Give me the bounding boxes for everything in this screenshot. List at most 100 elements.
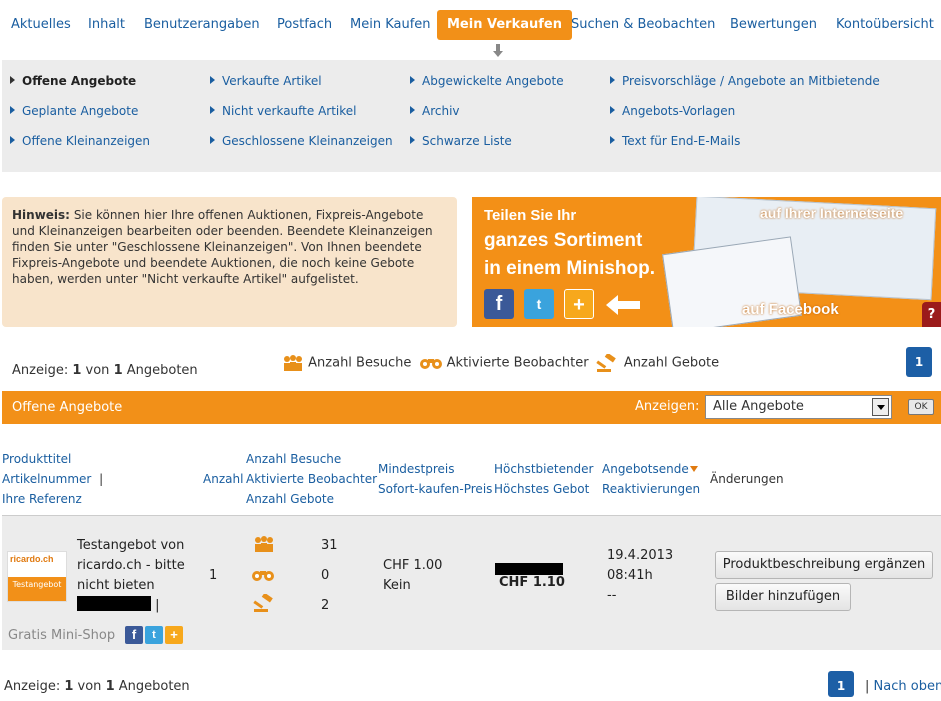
sort-ihre-referenz[interactable]: Ihre Referenz xyxy=(2,492,82,506)
offer-count-top: Anzeige: 1 von 1 Angeboten xyxy=(12,363,198,378)
hint-box: Hinweis: Sie können hier Ihre offenen Au… xyxy=(2,197,457,327)
gavel-icon xyxy=(253,594,273,612)
quantity-value: 1 xyxy=(209,568,218,583)
binoculars-icon xyxy=(419,359,442,369)
legend-visits: Anzahl Besuche xyxy=(308,355,412,371)
facebook-icon: f xyxy=(484,289,514,319)
sort-hoechstbietender[interactable]: Höchstbietender xyxy=(494,462,594,476)
product-title-link[interactable]: Testangebot von ricardo.ch - bitte nicht b… xyxy=(77,538,185,593)
help-icon[interactable]: ? xyxy=(922,302,941,327)
watchers-value: 0 xyxy=(321,568,330,583)
visitors-icon xyxy=(284,355,302,371)
sort-mindestpreis[interactable]: Mindestpreis xyxy=(378,462,455,476)
table-title: Offene Angebote xyxy=(12,400,123,415)
hint-text: Sie können hier Ihre offenen Auktionen, … xyxy=(12,208,433,286)
visitors-icon xyxy=(255,536,273,552)
col-price-header: Mindestpreis Sofort-kaufen-Preis xyxy=(378,459,492,499)
nav-mein-kaufen[interactable]: Mein Kaufen xyxy=(350,10,431,40)
twitter-icon: t xyxy=(524,289,554,319)
arrow-icon xyxy=(410,136,415,144)
chevron-down-icon xyxy=(872,398,889,416)
twitter-share-icon[interactable]: t xyxy=(145,626,163,644)
submenu-end-e-mails[interactable]: Text für End-E-Mails xyxy=(610,134,740,148)
col-product-header: Produkttitel Artikelnummer | Ihre Refere… xyxy=(2,452,104,506)
plus-icon: + xyxy=(564,289,594,319)
sort-sofort-kaufen-preis[interactable]: Sofort-kaufen-Preis xyxy=(378,482,492,496)
binoculars-icon xyxy=(252,571,274,581)
nav-benutzerangaben[interactable]: Benutzerangaben xyxy=(144,10,260,40)
ok-button[interactable]: OK xyxy=(908,399,934,415)
arrow-icon xyxy=(210,136,215,144)
sort-angebotsende[interactable]: Angebotsende xyxy=(602,462,698,476)
plus-share-icon[interactable]: + xyxy=(165,626,183,644)
facebook-share-icon[interactable]: f xyxy=(125,626,143,644)
arrow-icon xyxy=(410,76,415,84)
submenu-angebots-vorlagen[interactable]: Angebots-Vorlagen xyxy=(610,104,735,118)
high-bid-value: CHF 1.10 xyxy=(499,575,565,590)
minishop-banner[interactable]: Teilen Sie Ihr ganzes Sortiment in einem… xyxy=(472,197,941,327)
submenu-verkaufte-artikel[interactable]: Verkaufte Artikel xyxy=(210,74,322,88)
banner-right-bottom: auf Facebook xyxy=(742,301,839,318)
hint-label: Hinweis: xyxy=(12,208,70,222)
arrow-icon xyxy=(410,106,415,114)
sort-anzahl-besuche[interactable]: Anzahl Besuche xyxy=(246,452,341,466)
sort-anzahl[interactable]: Anzahl xyxy=(203,469,243,489)
sort-artikelnummer[interactable]: Artikelnummer xyxy=(2,472,91,486)
nav-aktuelles[interactable]: Aktuelles xyxy=(11,10,71,40)
page-button-top[interactable]: 1 xyxy=(906,347,932,377)
nav-bewertungen[interactable]: Bewertungen xyxy=(730,10,817,40)
add-description-button[interactable]: Produktbeschreibung ergänzen xyxy=(715,551,933,579)
col-bidder-header: Höchstbietender Höchstes Gebot xyxy=(494,459,594,499)
arrow-icon xyxy=(610,136,615,144)
sort-aktivierte-beobachter[interactable]: Aktivierte Beobachter xyxy=(246,472,377,486)
banner-right-top: auf Ihrer Internetseite xyxy=(760,205,904,221)
legend-bids: Anzahl Gebote xyxy=(623,355,720,371)
arrow-left-icon xyxy=(606,295,640,315)
submenu-offene-angebote[interactable]: Offene Angebote xyxy=(10,74,136,88)
banner-line2: ganzes Sortiment xyxy=(484,230,643,251)
arrow-icon xyxy=(10,76,15,84)
submenu-preisvorschlaege[interactable]: Preisvorschläge / Angebote an Mitbietend… xyxy=(610,74,880,88)
submenu-offene-kleinanzeigen[interactable]: Offene Kleinanzeigen xyxy=(10,134,150,148)
submenu-geplante-angebote[interactable]: Geplante Angebote xyxy=(10,104,138,118)
add-images-button[interactable]: Bilder hinzufügen xyxy=(715,583,851,611)
arrow-icon xyxy=(610,76,615,84)
col-stats-header: Anzahl Besuche Aktivierte Beobachter Anz… xyxy=(246,449,377,509)
submenu-abgewickelte-angebote[interactable]: Abgewickelte Angebote xyxy=(410,74,564,88)
product-thumbnail[interactable]: ricardo.ch Testangebot xyxy=(7,551,67,602)
filter-label: Anzeigen: xyxy=(635,399,700,414)
filter-select[interactable]: Alle Angebote xyxy=(705,395,892,419)
nav-inhalt[interactable]: Inhalt xyxy=(88,10,125,40)
submenu-archiv[interactable]: Archiv xyxy=(410,104,460,118)
nav-postfach[interactable]: Postfach xyxy=(277,10,332,40)
sort-desc-icon xyxy=(689,466,698,472)
submenu-geschlossene-kleinanzeigen[interactable]: Geschlossene Kleinanzeigen xyxy=(210,134,393,148)
back-to-top-link[interactable]: Nach oben xyxy=(874,679,941,694)
arrow-icon xyxy=(610,106,615,114)
nav-down-arrow-icon xyxy=(493,44,503,57)
visits-value: 31 xyxy=(321,538,338,553)
sort-produkttitel[interactable]: Produkttitel xyxy=(2,452,71,466)
submenu-schwarze-liste[interactable]: Schwarze Liste xyxy=(410,134,512,148)
arrow-icon xyxy=(210,76,215,84)
col-end-header: Angebotsende Reaktivierungen xyxy=(602,459,700,499)
table-row: ricardo.ch Testangebot Testangebot von ri… xyxy=(2,515,941,650)
redacted-article-number xyxy=(77,596,151,611)
submenu: Offene Angebote Geplante Angebote Offene… xyxy=(2,60,941,172)
minishop-label: Gratis Mini-Shop xyxy=(8,628,116,643)
sort-hoechstes-gebot[interactable]: Höchstes Gebot xyxy=(494,482,589,496)
offer-count-bottom: Anzeige: 1 von 1 Angeboten xyxy=(4,679,190,694)
page-button-bottom[interactable]: 1 xyxy=(828,671,854,697)
end-date-value: 19.4.2013 08:41h -- xyxy=(607,548,674,603)
submenu-nicht-verkaufte-artikel[interactable]: Nicht verkaufte Artikel xyxy=(210,104,356,118)
banner-line3: in einem Minishop. xyxy=(484,258,656,279)
icon-legend: Anzahl Besuche Aktivierte Beobachter Anz… xyxy=(282,352,720,372)
nav-suchen-beobachten[interactable]: Suchen & Beobachten xyxy=(571,10,715,40)
sort-reaktivierungen[interactable]: Reaktivierungen xyxy=(602,482,700,496)
thumb-label: Testangebot xyxy=(8,577,66,601)
nav-mein-verkaufen[interactable]: Mein Verkaufen xyxy=(437,10,572,40)
table-header-bar: Offene Angebote Anzeigen: Alle Angebote … xyxy=(2,391,941,424)
sort-anzahl-gebote[interactable]: Anzahl Gebote xyxy=(246,492,334,506)
legend-watchers: Aktivierte Beobachter xyxy=(446,355,589,371)
nav-kontouebersicht[interactable]: Kontoübersicht xyxy=(836,10,934,40)
